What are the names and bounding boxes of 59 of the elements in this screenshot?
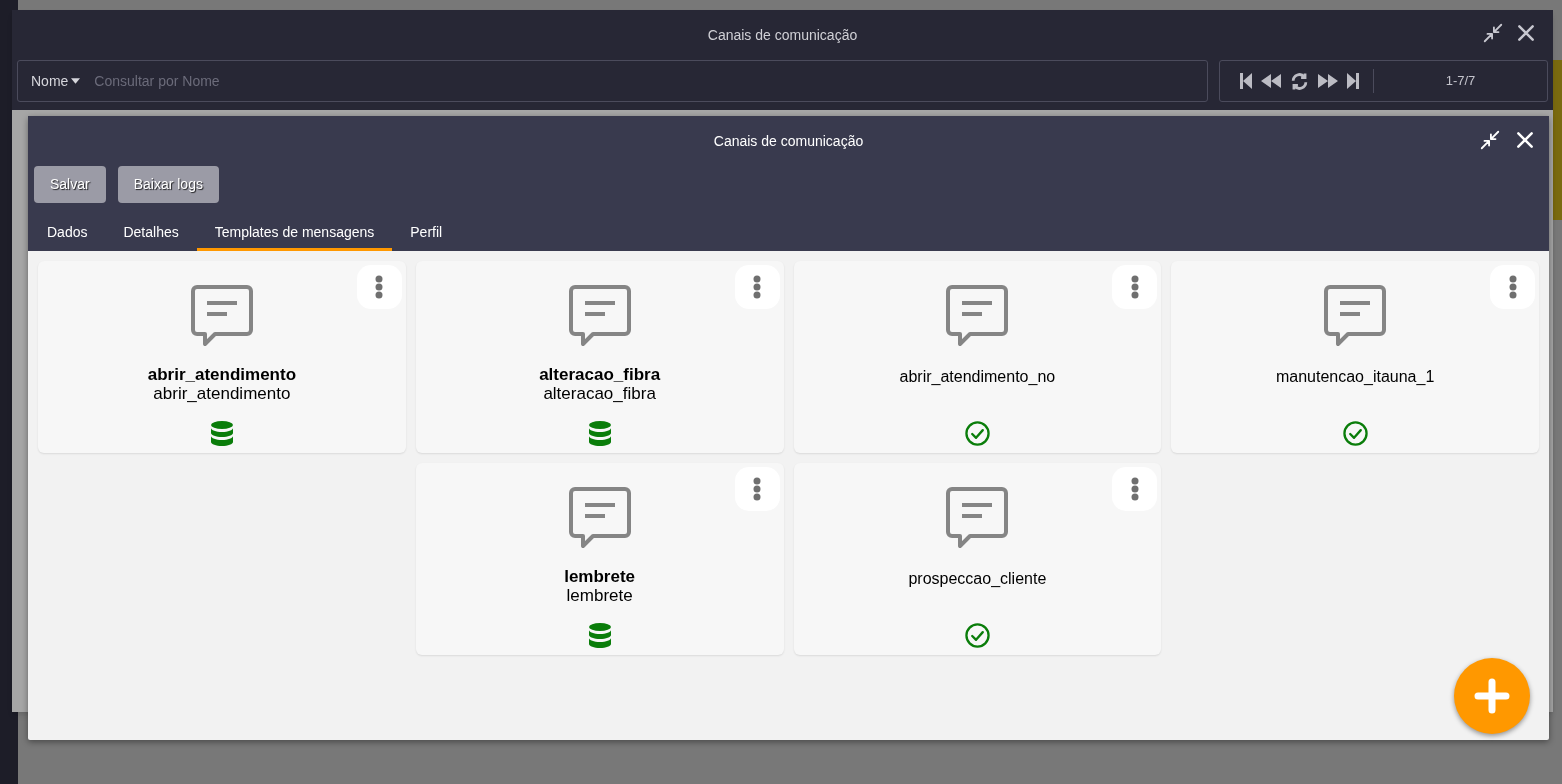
message-icon — [946, 285, 1009, 347]
message-icon — [568, 285, 631, 347]
template-card[interactable]: abrir_atendimento_no — [793, 261, 1162, 453]
check-circle-icon — [1342, 421, 1368, 446]
page-range: 1-7/7 — [1444, 72, 1477, 91]
vertical-dots-icon — [1508, 275, 1517, 299]
window-title: Canais de comunicação — [713, 131, 864, 151]
next-icon[interactable] — [1318, 74, 1338, 88]
first-page-icon[interactable] — [1240, 73, 1252, 89]
more-options-button[interactable] — [356, 265, 402, 309]
template-title: manutencao_itauna_1 — [1275, 367, 1435, 386]
tab[interactable]: Detalhes — [105, 217, 197, 251]
message-icon — [946, 487, 1009, 549]
template-title: prospeccao_cliente — [908, 569, 1047, 588]
caret-icon — [71, 78, 81, 84]
vertical-dots-icon — [753, 275, 761, 299]
close-icon[interactable] — [1515, 130, 1535, 150]
template-title: lembrete — [564, 567, 636, 586]
template-subtitle: lembrete — [566, 586, 633, 605]
template-card[interactable]: prospeccao_cliente — [793, 463, 1162, 655]
template-card[interactable]: manutencao_itauna_1 — [1171, 261, 1539, 453]
vertical-dots-icon — [753, 477, 761, 501]
more-options-button[interactable] — [734, 467, 780, 511]
template-title: abrir_atendimento — [147, 365, 297, 384]
tab[interactable]: Perfil — [392, 217, 461, 251]
last-page-icon[interactable] — [1347, 73, 1359, 89]
more-options-button[interactable] — [734, 265, 780, 309]
more-options-button[interactable] — [1112, 467, 1158, 511]
database-icon — [210, 421, 233, 447]
vertical-dots-icon — [1130, 477, 1139, 501]
more-options-button[interactable] — [1490, 265, 1535, 309]
vertical-dots-icon — [375, 275, 384, 299]
message-icon — [190, 285, 253, 347]
database-icon — [588, 421, 611, 447]
plus-icon — [1474, 678, 1510, 714]
check-circle-icon — [964, 421, 990, 446]
more-options-button[interactable] — [1112, 265, 1158, 309]
search-field[interactable]: Nome Consultar por Nome — [17, 60, 1208, 102]
template-subtitle: alteracao_fibra — [543, 384, 656, 403]
template-card[interactable]: lembrete lembrete — [415, 463, 784, 655]
minimize-icon[interactable] — [1482, 22, 1504, 44]
template-card[interactable]: abrir_atendimento abrir_atendimento — [38, 261, 406, 453]
template-title: alteracao_fibra — [539, 365, 661, 384]
check-circle-icon — [964, 623, 990, 648]
vertical-dots-icon — [1130, 275, 1139, 299]
search-input[interactable]: Consultar por Nome — [94, 70, 1194, 92]
refresh-icon[interactable] — [1290, 71, 1309, 91]
message-icon — [568, 487, 631, 549]
field-dropdown[interactable]: Nome — [31, 70, 81, 92]
template-subtitle: abrir_atendimento — [153, 384, 291, 403]
template-title: abrir_atendimento_no — [899, 367, 1056, 386]
tab[interactable]: Dados — [29, 217, 106, 251]
database-icon — [588, 623, 611, 649]
template-card[interactable]: alteracao_fibra alteracao_fibra — [415, 261, 784, 453]
window-title: Canais de comunicação — [707, 25, 858, 45]
tab[interactable]: Templates de mensagens — [196, 217, 393, 251]
close-icon[interactable] — [1516, 23, 1536, 43]
message-icon — [1324, 285, 1387, 347]
previous-icon[interactable] — [1261, 74, 1281, 88]
